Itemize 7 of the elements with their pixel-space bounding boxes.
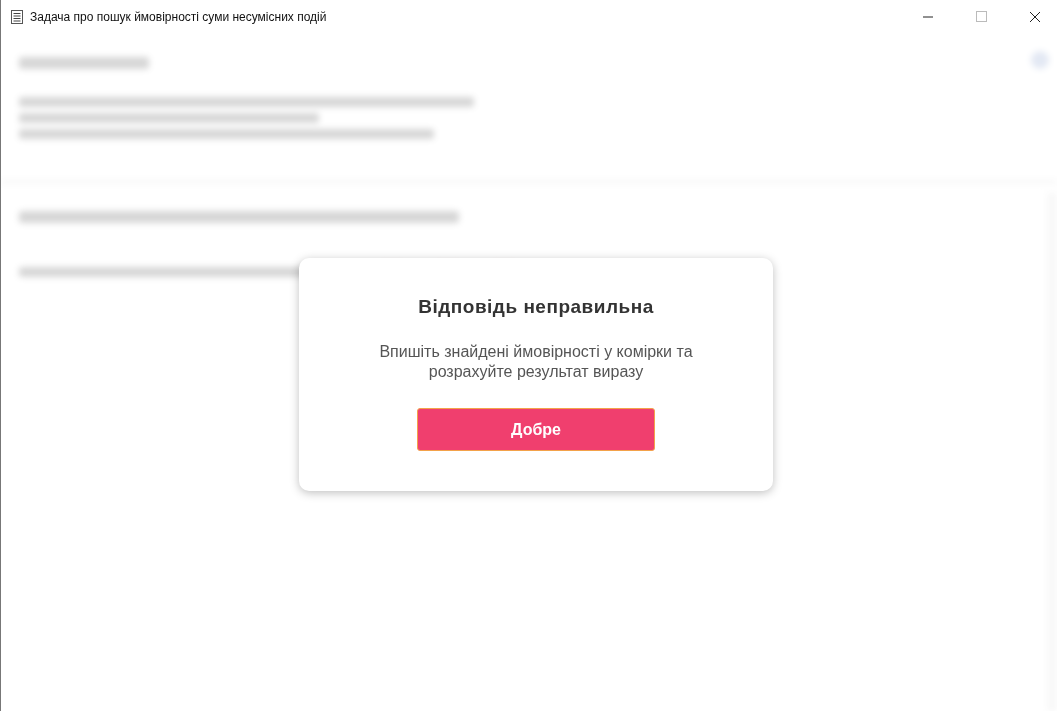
dialog-message: Впишіть знайдені ймовірності у комірки та розрахуйте результат виразу <box>378 342 694 382</box>
ok-button[interactable]: Добре <box>417 408 655 451</box>
maximize-icon[interactable] <box>976 11 987 22</box>
close-icon[interactable] <box>1029 10 1041 23</box>
dialog-title: Відповідь неправильна <box>418 296 654 318</box>
document-icon <box>11 9 23 24</box>
window-title: Задача про пошук ймовірності суми несумісних подій <box>30 9 327 24</box>
